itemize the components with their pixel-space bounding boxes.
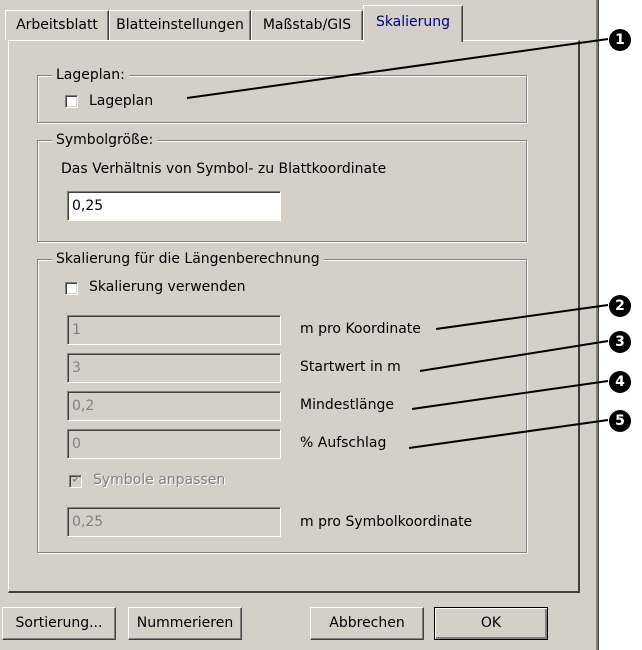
callout-2: 2 bbox=[609, 295, 631, 317]
surcharge-label: % Aufschlag bbox=[300, 435, 387, 451]
adjust-symbols-checkbox[interactable] bbox=[69, 472, 82, 488]
adjust-symbols-label: Symbole anpassen bbox=[93, 472, 226, 488]
units-per-symbol-input[interactable]: 0,25 bbox=[67, 507, 281, 537]
callout-5: 5 bbox=[609, 410, 631, 432]
window-edge bbox=[596, 0, 599, 650]
units-per-coordinate-label: m pro Koordinate bbox=[300, 321, 421, 337]
units-per-symbol-label: m pro Symbolkoordinate bbox=[300, 514, 473, 530]
min-length-input[interactable]: 0,2 bbox=[67, 391, 281, 421]
length-scale-legend: Skalierung für die Längenberechnung bbox=[52, 250, 324, 268]
tab-panel: Lageplan: Lageplan Symbolgröße: Das Verh… bbox=[8, 40, 580, 593]
units-per-coordinate-input[interactable]: 1 bbox=[67, 315, 281, 345]
sort-button[interactable]: Sortierung... bbox=[2, 607, 116, 640]
tab-arbeitsblatt[interactable]: Arbeitsblatt bbox=[5, 10, 109, 40]
callout-3: 3 bbox=[609, 331, 631, 353]
lageplan-checkbox-label: Lageplan bbox=[89, 93, 154, 109]
callout-1: 1 bbox=[609, 29, 631, 51]
min-length-label: Mindestlänge bbox=[300, 397, 394, 413]
lageplan-checkbox[interactable] bbox=[65, 95, 78, 108]
surcharge-input[interactable]: 0 bbox=[67, 429, 281, 459]
callout-4: 4 bbox=[609, 371, 631, 393]
use-scaling-label: Skalierung verwenden bbox=[89, 279, 246, 295]
tab-blatteinstellungen[interactable]: Blatteinstellungen bbox=[109, 10, 251, 40]
tab-massstab-gis[interactable]: Maßstab/GIS bbox=[251, 10, 363, 40]
cancel-button[interactable]: Abbrechen bbox=[310, 607, 424, 640]
symbol-ratio-description: Das Verhältnis von Symbol- zu Blattkoord… bbox=[61, 161, 387, 177]
ok-button[interactable]: OK bbox=[434, 607, 548, 640]
symbol-ratio-input[interactable]: 0,25 bbox=[67, 191, 281, 221]
number-button[interactable]: Nummerieren bbox=[128, 607, 242, 640]
start-value-label: Startwert in m bbox=[300, 359, 401, 375]
tab-skalierung[interactable]: Skalierung bbox=[363, 5, 463, 42]
symbol-size-legend: Symbolgröße: bbox=[52, 131, 158, 149]
lageplan-legend: Lageplan: bbox=[52, 66, 129, 84]
start-value-input[interactable]: 3 bbox=[67, 353, 281, 383]
use-scaling-checkbox[interactable] bbox=[65, 282, 78, 295]
